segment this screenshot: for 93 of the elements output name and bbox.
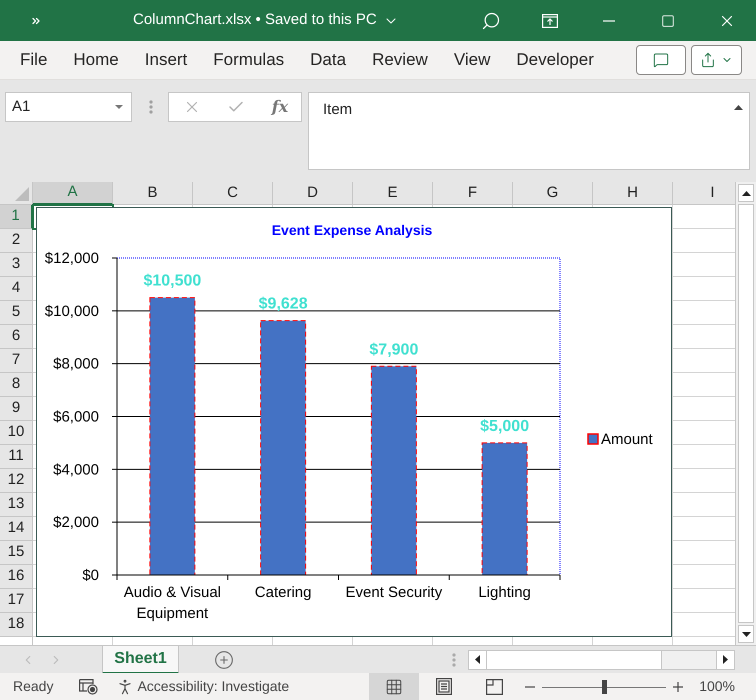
row-header[interactable]: 9 [0, 397, 33, 421]
caret-down-icon [742, 632, 750, 636]
category-label: Event Security [346, 583, 442, 603]
data-label: $5,000 [480, 418, 530, 435]
box-arrow-up-icon [542, 14, 558, 28]
ribbon-tab[interactable]: View [440, 41, 504, 79]
column-header[interactable]: F [433, 182, 513, 205]
row-header[interactable]: 1 [0, 205, 33, 229]
ribbon-tab[interactable]: File [7, 41, 60, 79]
speech-bubble-icon [653, 52, 669, 68]
y-axis-label: $10,000 [44, 302, 99, 320]
column-header[interactable]: E [353, 182, 433, 205]
chart-title: Event Expense Analysis [272, 222, 432, 238]
category-label: Audio & Visual Equipment [122, 583, 222, 624]
grid-icon [385, 678, 404, 696]
search-icon [480, 10, 500, 30]
corner-triangle-icon [15, 187, 29, 201]
row-header[interactable]: 8 [0, 373, 33, 397]
scroll-up-button[interactable] [738, 184, 754, 202]
y-axis-label: $8,000 [53, 356, 99, 373]
row-header[interactable]: 7 [0, 349, 33, 373]
minus-icon [525, 686, 536, 688]
row-header[interactable]: 12 [0, 469, 33, 493]
row-header[interactable]: 17 [0, 589, 33, 613]
zoom-slider[interactable] [542, 680, 666, 694]
row-header[interactable]: 3 [0, 253, 33, 277]
share-icon [700, 52, 716, 68]
y-axis-label: $4,000 [53, 461, 99, 478]
plus-icon [673, 682, 684, 692]
formula-input[interactable]: Item [308, 92, 750, 170]
scroll-right-button[interactable] [716, 650, 734, 668]
data-label: $10,500 [143, 272, 202, 290]
zoom-slider-thumb[interactable] [602, 680, 608, 694]
row-header[interactable]: 2 [0, 229, 33, 253]
plus-circle-icon [214, 650, 234, 670]
scroll-down-button[interactable] [738, 625, 754, 643]
row-header[interactable]: 18 [0, 613, 33, 637]
row-header[interactable]: 13 [0, 493, 33, 517]
row-header[interactable]: 16 [0, 565, 33, 589]
data-label: $9,628 [258, 296, 308, 313]
ribbon-tab[interactable]: Formulas [200, 41, 298, 79]
window-title: ColumnChart.xlsx • Saved to this PC [133, 10, 377, 30]
column-header[interactable]: C [193, 182, 273, 205]
y-axis-label: $12,000 [44, 250, 99, 267]
sheet-tab[interactable]: Sheet1 [102, 646, 179, 674]
view-button[interactable] [369, 673, 420, 700]
column-header[interactable]: H [593, 182, 673, 205]
caret-down-icon [115, 105, 123, 109]
y-axis-label: $6,000 [53, 408, 99, 426]
name-box[interactable]: A1 [5, 92, 132, 122]
column-header[interactable]: B [113, 182, 193, 205]
column-header[interactable]: G [513, 182, 593, 205]
status-text: Ready [13, 677, 54, 696]
row-header[interactable]: 10 [0, 421, 33, 445]
row-header[interactable]: 6 [0, 325, 33, 349]
scrollbar-thumb[interactable] [738, 204, 754, 623]
y-axis-label: $2,000 [53, 514, 99, 532]
ribbon-tab[interactable]: Data [297, 41, 360, 79]
page-break-icon [486, 678, 503, 694]
scrollbar-thumb[interactable] [487, 650, 662, 668]
row-header[interactable]: 4 [0, 277, 33, 301]
row-header[interactable]: 15 [0, 541, 33, 565]
add-sheet-button[interactable] [213, 648, 235, 670]
category-label: Lighting [478, 583, 531, 603]
zoom-level: 100% [699, 677, 735, 696]
row-header[interactable]: 14 [0, 517, 33, 541]
row-header[interactable]: 11 [0, 445, 33, 469]
maximize-icon [660, 14, 674, 28]
y-axis-label: $0 [82, 567, 99, 584]
caret-left-icon [475, 655, 480, 664]
page-lines-icon [436, 678, 452, 695]
ribbon-tab[interactable]: Insert [132, 41, 200, 79]
vertical-dots-icon [149, 100, 153, 114]
column-header[interactable]: D [273, 182, 353, 205]
minus-icon [602, 20, 614, 22]
caret-up-icon [742, 190, 750, 196]
accessibility-button[interactable]: Accessibility: Investigate [115, 676, 290, 698]
column-header[interactable]: A [33, 182, 113, 205]
share-button[interactable] [691, 45, 742, 75]
row-header[interactable]: 5 [0, 301, 33, 325]
ribbon-tab[interactable]: Review [359, 41, 441, 79]
insert-function-button[interactable]: fx [267, 94, 293, 120]
ribbon-tab[interactable]: Developer [503, 41, 607, 79]
category-label: Catering [254, 583, 312, 603]
caret-right-icon [723, 655, 728, 664]
ribbon-tab[interactable]: Home [60, 41, 132, 79]
caret-up-icon [734, 104, 742, 110]
comments-button[interactable] [636, 45, 686, 75]
data-label: $7,900 [369, 341, 418, 358]
vertical-dots-icon [452, 652, 456, 666]
legend-label: Amount [601, 431, 653, 448]
scroll-left-button[interactable] [469, 650, 487, 668]
sheet-record-icon [78, 678, 98, 694]
